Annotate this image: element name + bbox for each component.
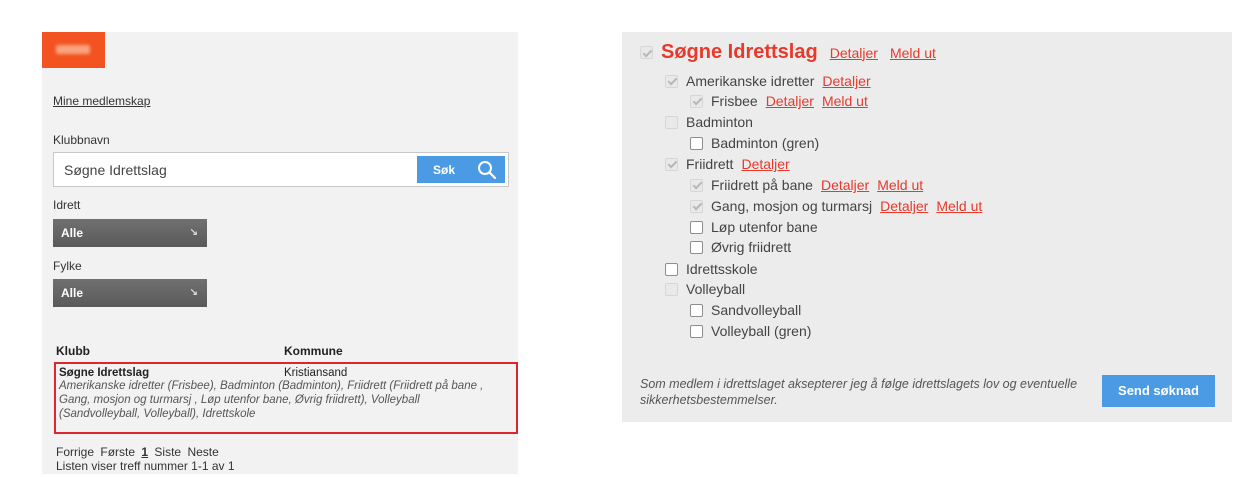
tree-item-idrettsskole: Idrettsskole: [665, 261, 758, 277]
terms-text: Som medlem i idrettslaget aksepterer jeg…: [640, 377, 1078, 407]
pager-next[interactable]: Neste: [187, 445, 218, 459]
tree-item-volleyball: Volleyball: [665, 281, 745, 297]
details-link[interactable]: Detaljer: [880, 198, 928, 214]
checkbox-badminton: [665, 115, 678, 129]
county-label: Fylke: [53, 259, 82, 273]
pager-current[interactable]: 1: [141, 445, 148, 459]
leave-link[interactable]: Meld ut: [936, 198, 982, 214]
item-label: Gang, mosjon og turmarsj: [711, 198, 873, 214]
checkbox-frisbee: [690, 94, 703, 108]
pager-prev[interactable]: Forrige: [56, 445, 94, 459]
magnifier-icon: [478, 161, 497, 180]
tree-item-badminton-gren: Badminton (gren): [690, 135, 819, 151]
arrow-down-right-icon: ↘: [189, 287, 198, 298]
root-details-link[interactable]: Detaljer: [830, 45, 878, 61]
tree-item-badminton: Badminton: [665, 114, 753, 130]
item-label: Løp utenfor bane: [711, 219, 818, 235]
checkbox-root: [640, 46, 653, 59]
item-label: Volleyball (gren): [711, 323, 812, 339]
tree-item-lop-utenfor-bane: Løp utenfor bane: [690, 219, 818, 235]
item-label: Badminton: [686, 114, 753, 130]
checkbox-friidrett-pa-bane: [690, 178, 703, 192]
result-municipality: Kristiansand: [284, 367, 348, 379]
item-label: Amerikanske idretter: [686, 73, 815, 89]
column-header-municipality: Kommune: [284, 344, 343, 358]
checkbox-gang-mosjon: [690, 199, 703, 213]
sport-select-value: Alle: [61, 226, 84, 240]
item-label: Frisbee: [711, 93, 758, 109]
item-label: Volleyball: [686, 281, 746, 297]
details-link[interactable]: Detaljer: [822, 73, 870, 89]
checkbox-lop-utenfor-bane[interactable]: [690, 220, 703, 234]
result-sports: Amerikanske idretter (Frisbee), Badminto…: [59, 380, 484, 420]
column-header-club: Klubb: [56, 344, 90, 358]
tree-item-sandvolleyball: Sandvolleyball: [690, 302, 801, 318]
pagination: Forrige Første 1 Siste Neste: [56, 445, 222, 459]
leave-link[interactable]: Meld ut: [822, 93, 868, 109]
sport-select[interactable]: Alle ↘: [53, 219, 207, 247]
tree-item-frisbee: Frisbee Detaljer Meld ut: [690, 93, 868, 109]
club-title: Søgne Idrettslag: [661, 41, 818, 63]
tree-item-volleyball-gren: Volleyball (gren): [690, 323, 811, 339]
root-leave-link[interactable]: Meld ut: [890, 45, 936, 61]
tree-item-amerikanske-idretter: Amerikanske idretter Detaljer: [665, 73, 871, 89]
send-application-button[interactable]: Send søknad: [1102, 375, 1215, 407]
leave-link[interactable]: Meld ut: [877, 177, 923, 193]
search-panel: Mine medlemskap Klubbnavn Søk Idrett All…: [42, 32, 518, 474]
search-button-label: Søk: [433, 163, 456, 177]
details-link[interactable]: Detaljer: [821, 177, 869, 193]
result-club-name[interactable]: Søgne Idrettslag: [59, 367, 149, 379]
brand-logo[interactable]: [42, 32, 105, 68]
item-label: Øvrig friidrett: [711, 239, 792, 255]
checkbox-idrettsskole[interactable]: [665, 262, 678, 276]
checkbox-sandvolleyball[interactable]: [690, 303, 703, 317]
my-memberships-link[interactable]: Mine medlemskap: [53, 94, 150, 108]
result-row[interactable]: Søgne Idrettslag Kristiansand Amerikansk…: [54, 362, 518, 434]
tree-root: Søgne Idrettslag Detaljer Meld ut: [640, 41, 936, 64]
checkbox-friidrett: [665, 157, 678, 171]
item-label: Friidrett på bane: [711, 177, 813, 193]
county-select-value: Alle: [61, 286, 84, 300]
item-label: Friidrett: [686, 156, 734, 172]
tree-item-friidrett-pa-bane: Friidrett på bane Detaljer Meld ut: [690, 177, 923, 193]
club-name-label: Klubbnavn: [53, 133, 110, 147]
pager-last[interactable]: Siste: [154, 445, 181, 459]
checkbox-amerikanske-idretter: [665, 74, 678, 88]
checkbox-volleyball: [665, 282, 678, 296]
checkbox-badminton-gren[interactable]: [690, 136, 703, 150]
checkbox-volleyball-gren[interactable]: [690, 324, 703, 338]
details-link[interactable]: Detaljer: [741, 156, 789, 172]
club-name-input[interactable]: [54, 153, 414, 186]
item-label: Sandvolleyball: [711, 302, 802, 318]
sport-label: Idrett: [53, 198, 81, 212]
tree-item-ovrig-friidrett: Øvrig friidrett: [690, 239, 791, 255]
club-search-box: Søk: [53, 152, 509, 187]
checkbox-ovrig-friidrett[interactable]: [690, 240, 703, 254]
membership-panel: Søgne Idrettslag Detaljer Meld ut Amerik…: [622, 32, 1232, 422]
tree-item-gang-mosjon: Gang, mosjon og turmarsj Detaljer Meld u…: [690, 198, 982, 214]
result-count: Listen viser treff nummer 1-1 av 1: [56, 459, 235, 473]
arrow-down-right-icon: ↘: [189, 227, 198, 238]
item-label: Badminton (gren): [711, 135, 820, 151]
county-select[interactable]: Alle ↘: [53, 279, 207, 307]
search-button[interactable]: Søk: [417, 156, 505, 183]
item-label: Idrettsskole: [686, 261, 758, 277]
pager-first[interactable]: Første: [100, 445, 135, 459]
details-link[interactable]: Detaljer: [766, 93, 814, 109]
tree-item-friidrett: Friidrett Detaljer: [665, 156, 790, 172]
